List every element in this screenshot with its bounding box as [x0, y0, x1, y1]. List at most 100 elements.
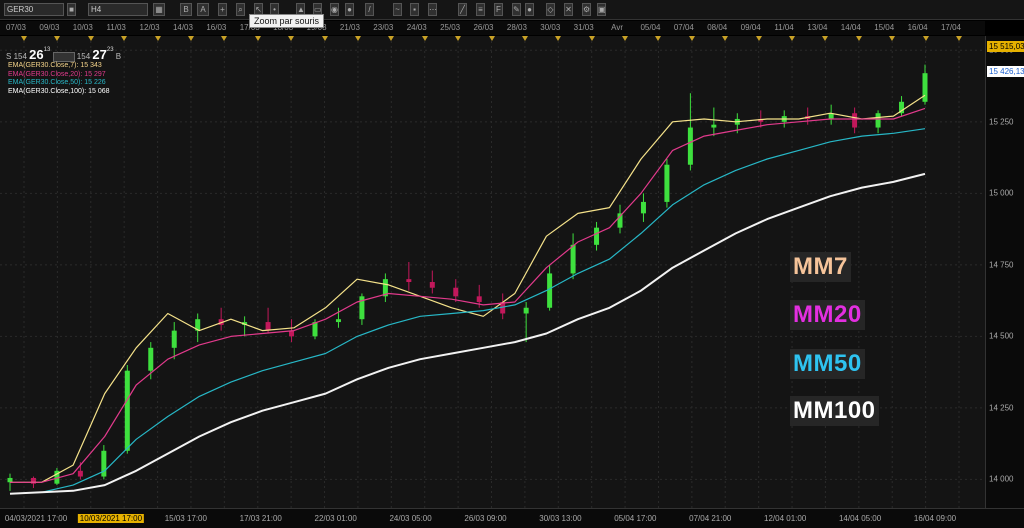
top-date-label: 23/03 [373, 23, 394, 32]
layout-icon-glyph: ▣ [598, 5, 606, 14]
candle-body [852, 113, 858, 128]
candle-body [171, 330, 177, 348]
timeframe-select[interactable]: H4 [88, 3, 148, 16]
layout-icon[interactable]: ▣ [597, 3, 606, 16]
zoom-in-icon-glyph: + [220, 5, 225, 14]
top-date-label: 09/03 [39, 23, 60, 32]
time-tick-label: 15/03 17:00 [164, 514, 207, 523]
flag-icon-glyph: ■ [69, 5, 74, 14]
bid-icon[interactable]: B [180, 3, 192, 16]
time-tick-label: 07/04 21:00 [689, 514, 732, 523]
top-date-label: 31/03 [573, 23, 594, 32]
candle-body [922, 73, 928, 102]
top-date-label: 09/04 [740, 23, 761, 32]
save-icon-glyph: ▪ [413, 5, 416, 14]
candle-body [429, 282, 435, 288]
bid-prefix: 154 [13, 52, 27, 61]
pattern-icon-glyph: ⋯ [429, 5, 437, 14]
zoom-mouse-icon[interactable]: ⌕ [236, 3, 245, 16]
session-marker [755, 36, 762, 41]
ema-legend-row: EMA(GER30.Close,20): 15 297 [8, 70, 106, 78]
mm100-label: MM100 [790, 396, 879, 426]
ema100-line [9, 172, 926, 495]
time-tick-label: 30/03 13:00 [539, 514, 582, 523]
session-marker [555, 36, 562, 41]
top-date-label: 24/03 [406, 23, 427, 32]
delete-icon-glyph: ✕ [565, 5, 572, 14]
chart-type-icon[interactable]: ▦ [153, 3, 165, 16]
time-tick-label: 05/04 17:00 [614, 514, 657, 523]
pencil-icon[interactable]: ✎ [512, 3, 521, 16]
zoom-in-icon[interactable]: + [218, 3, 227, 16]
eye-icon[interactable]: ◉ [330, 3, 339, 16]
price-axis[interactable]: 14 000 14 250 14 500 14 750 15 000 15 250 15 5… [985, 36, 1024, 508]
circle-icon[interactable]: ● [525, 3, 534, 16]
time-tick-label: 10/03/2021 17:00 [77, 514, 145, 523]
session-marker [588, 36, 595, 41]
session-marker [221, 36, 228, 41]
zoom-tooltip: Zoom par souris [249, 14, 325, 28]
toolbar: GER30 ■ H4 ▦ B A + ⌕ ↖ • ▲ ▭ ◉ ● / ~ ▪ ⋯… [0, 0, 1024, 20]
top-date-strip: 07/0309/0310/0311/0312/0314/0316/0317/03… [0, 21, 985, 35]
save-icon[interactable]: ▪ [410, 3, 419, 16]
spread-box[interactable] [52, 51, 75, 62]
line-icon-glyph: ╱ [460, 5, 465, 14]
trend-icon-glyph: ~ [395, 5, 400, 14]
channel-icon[interactable]: ≡ [476, 3, 485, 16]
trend-icon[interactable]: ~ [393, 3, 402, 16]
session-marker [187, 36, 194, 41]
top-date-label: Avr [611, 23, 623, 32]
time-axis[interactable]: 04/03/2021 17:00 10/03/2021 17:00 15/03 17… [0, 508, 1024, 528]
ruler-icon[interactable]: / [365, 3, 374, 16]
time-tick-label: 16/04 09:00 [913, 514, 957, 523]
session-marker [789, 36, 796, 41]
candle-body [687, 127, 693, 165]
candle-body [7, 477, 13, 483]
session-marker [21, 36, 27, 41]
session-marker [121, 36, 128, 41]
top-date-label: 13/04 [807, 23, 828, 32]
bid-fraction: 13 [43, 47, 51, 53]
top-date-label: 12/03 [139, 23, 160, 32]
top-date-label: 28/03 [506, 23, 527, 32]
top-date-label: 07/03 [5, 23, 27, 32]
candle-body [664, 164, 670, 202]
symbol-select[interactable]: GER30 [4, 3, 64, 16]
time-tick-label: 26/03 09:00 [464, 514, 507, 523]
top-date-label: 08/04 [707, 23, 728, 32]
candle-body [570, 244, 576, 274]
globe-icon[interactable]: ● [345, 3, 354, 16]
settings-icon[interactable]: ⚙ [582, 3, 591, 16]
pattern-icon[interactable]: ⋯ [428, 3, 437, 16]
candle-body [453, 287, 459, 297]
time-tick-label: 17/03 21:00 [239, 514, 282, 523]
time-tick-label: 24/03 05:00 [389, 514, 432, 523]
top-date-label: 17/04 [940, 23, 962, 32]
session-marker [54, 36, 61, 41]
candle-body [476, 296, 482, 303]
mm7-label: MM7 [790, 252, 851, 282]
price-tick-label: 14 250 [989, 403, 1014, 413]
quote-panel: S 154 2613 154 2723 B [6, 47, 121, 62]
top-date-label: 07/04 [673, 23, 694, 32]
price-tick-label: 15 250 [989, 117, 1014, 127]
ema-legend-row: EMA(GER30.Close,100): 15 068 [8, 87, 110, 95]
delete-icon[interactable]: ✕ [564, 3, 573, 16]
zoom-mouse-icon-glyph: ⌕ [238, 5, 243, 14]
candle-body [547, 273, 553, 308]
fib-icon[interactable]: F [494, 3, 503, 16]
ask-icon[interactable]: A [197, 3, 209, 16]
price-tick-label: 14 750 [989, 260, 1014, 270]
session-marker [254, 36, 261, 41]
top-date-label: 11/03 [106, 23, 126, 32]
session-marker [655, 36, 662, 41]
bid-icon-glyph: B [183, 5, 189, 14]
line-icon[interactable]: ╱ [458, 3, 467, 16]
flag-icon[interactable]: ■ [67, 3, 76, 16]
session-marker [321, 36, 328, 41]
time-tick-label: 12/04 01:00 [764, 514, 807, 523]
ask-price: 27 [92, 47, 107, 62]
ema-legend-row: EMA(GER30.Close,7): 15 343 [8, 62, 102, 69]
price-tick-label: 14 000 [989, 474, 1014, 484]
shape-icon[interactable]: ◇ [546, 3, 555, 16]
